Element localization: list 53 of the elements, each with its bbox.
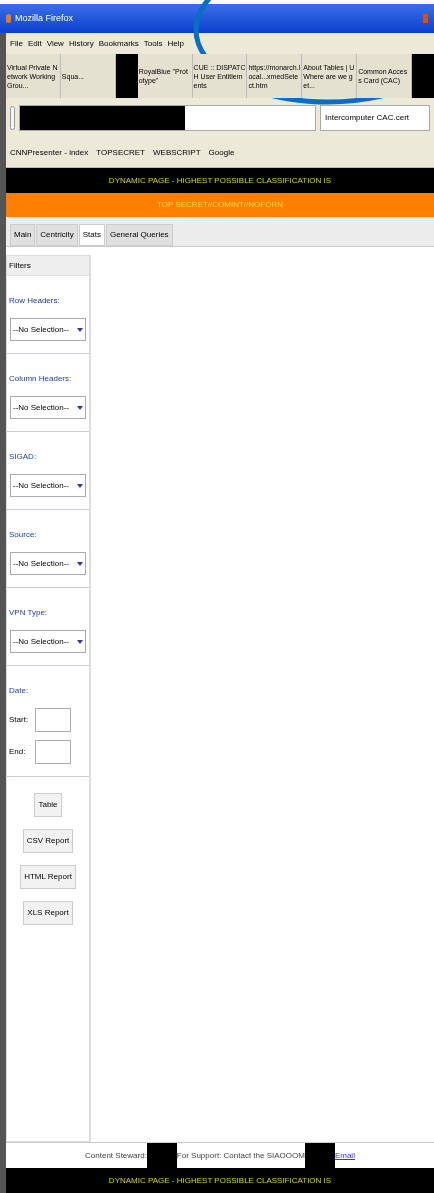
menu-item[interactable]: File xyxy=(10,37,23,50)
dropdown-arrow-icon xyxy=(77,561,83,566)
bookmark[interactable]: CNNPresenter - index xyxy=(10,146,89,159)
date-field[interactable] xyxy=(35,708,71,732)
dropdown[interactable]: --No Selection-- xyxy=(10,318,86,341)
report-button[interactable]: HTML Report xyxy=(20,865,76,889)
group-legend: Column Headers: xyxy=(9,374,72,383)
redaction-box xyxy=(412,54,434,98)
banner-text: DYNAMIC PAGE - HIGHEST POSSIBLE CLASSIFICATION IS xyxy=(108,1176,332,1185)
bookmark[interactable]: WEBSCRIPT xyxy=(153,146,201,159)
footer-text: Content Steward: xyxy=(85,1149,147,1162)
tab[interactable]: Centricity xyxy=(36,224,78,246)
group-legend: Source: xyxy=(9,530,37,539)
dropdown-arrow-icon xyxy=(77,639,83,644)
dropdown[interactable]: --No Selection-- xyxy=(10,630,86,653)
tab[interactable]: Main xyxy=(10,224,36,246)
report-button[interactable]: CSV Report xyxy=(22,829,74,853)
dropdown[interactable]: --No Selection-- xyxy=(10,552,86,575)
dropdown[interactable]: --No Selection-- xyxy=(10,396,86,419)
field-label: End: xyxy=(9,746,27,758)
group-legend: Date: xyxy=(9,686,29,695)
footer-text: For Support: Contact the SIAOOOM xyxy=(176,1149,305,1162)
dropdown[interactable]: --No Selection-- xyxy=(10,474,86,497)
tab[interactable]: Stats xyxy=(78,224,105,246)
date-field[interactable] xyxy=(35,740,71,764)
banner-text: TOP SECRET//COMINT//NOFORN xyxy=(157,201,283,209)
dropdown-arrow-icon xyxy=(77,483,83,488)
menu-item[interactable]: History xyxy=(68,37,94,50)
search-field[interactable]: Intercomputer CAC.cert xyxy=(320,105,430,131)
group-legend: SIGAD: xyxy=(9,452,37,461)
report-button[interactable]: XLS Report xyxy=(23,901,73,925)
group-legend: VPN Type: xyxy=(9,608,48,617)
bookmark[interactable]: Google xyxy=(208,146,235,159)
redaction-box xyxy=(115,54,138,98)
menu-item[interactable]: View xyxy=(46,37,64,50)
menu-item[interactable]: Edit xyxy=(27,37,42,50)
banner-text: DYNAMIC PAGE - HIGHEST POSSIBLE CLASSIFICATION IS xyxy=(108,176,332,185)
dropdown-arrow-icon xyxy=(77,405,83,410)
report-button[interactable]: Table xyxy=(34,793,62,817)
menu-item[interactable]: Help xyxy=(167,37,184,50)
back-button[interactable] xyxy=(10,106,15,130)
dropdown-arrow-icon xyxy=(77,327,83,332)
menu-item[interactable]: Bookmarks xyxy=(98,37,139,50)
bookmark[interactable]: TOPSECRET xyxy=(96,146,145,159)
firefox-icon xyxy=(6,14,11,23)
field-label: Start: xyxy=(9,714,30,726)
email-link[interactable]: Email xyxy=(334,1149,355,1162)
group-legend: Row Headers: xyxy=(9,296,60,305)
address-bar[interactable] xyxy=(19,105,316,131)
tab[interactable]: General Queries xyxy=(105,224,173,246)
panel-header: Filters xyxy=(7,256,89,276)
menu-item[interactable]: Tools xyxy=(143,37,163,50)
window-title: Mozilla Firefox xyxy=(15,11,73,25)
